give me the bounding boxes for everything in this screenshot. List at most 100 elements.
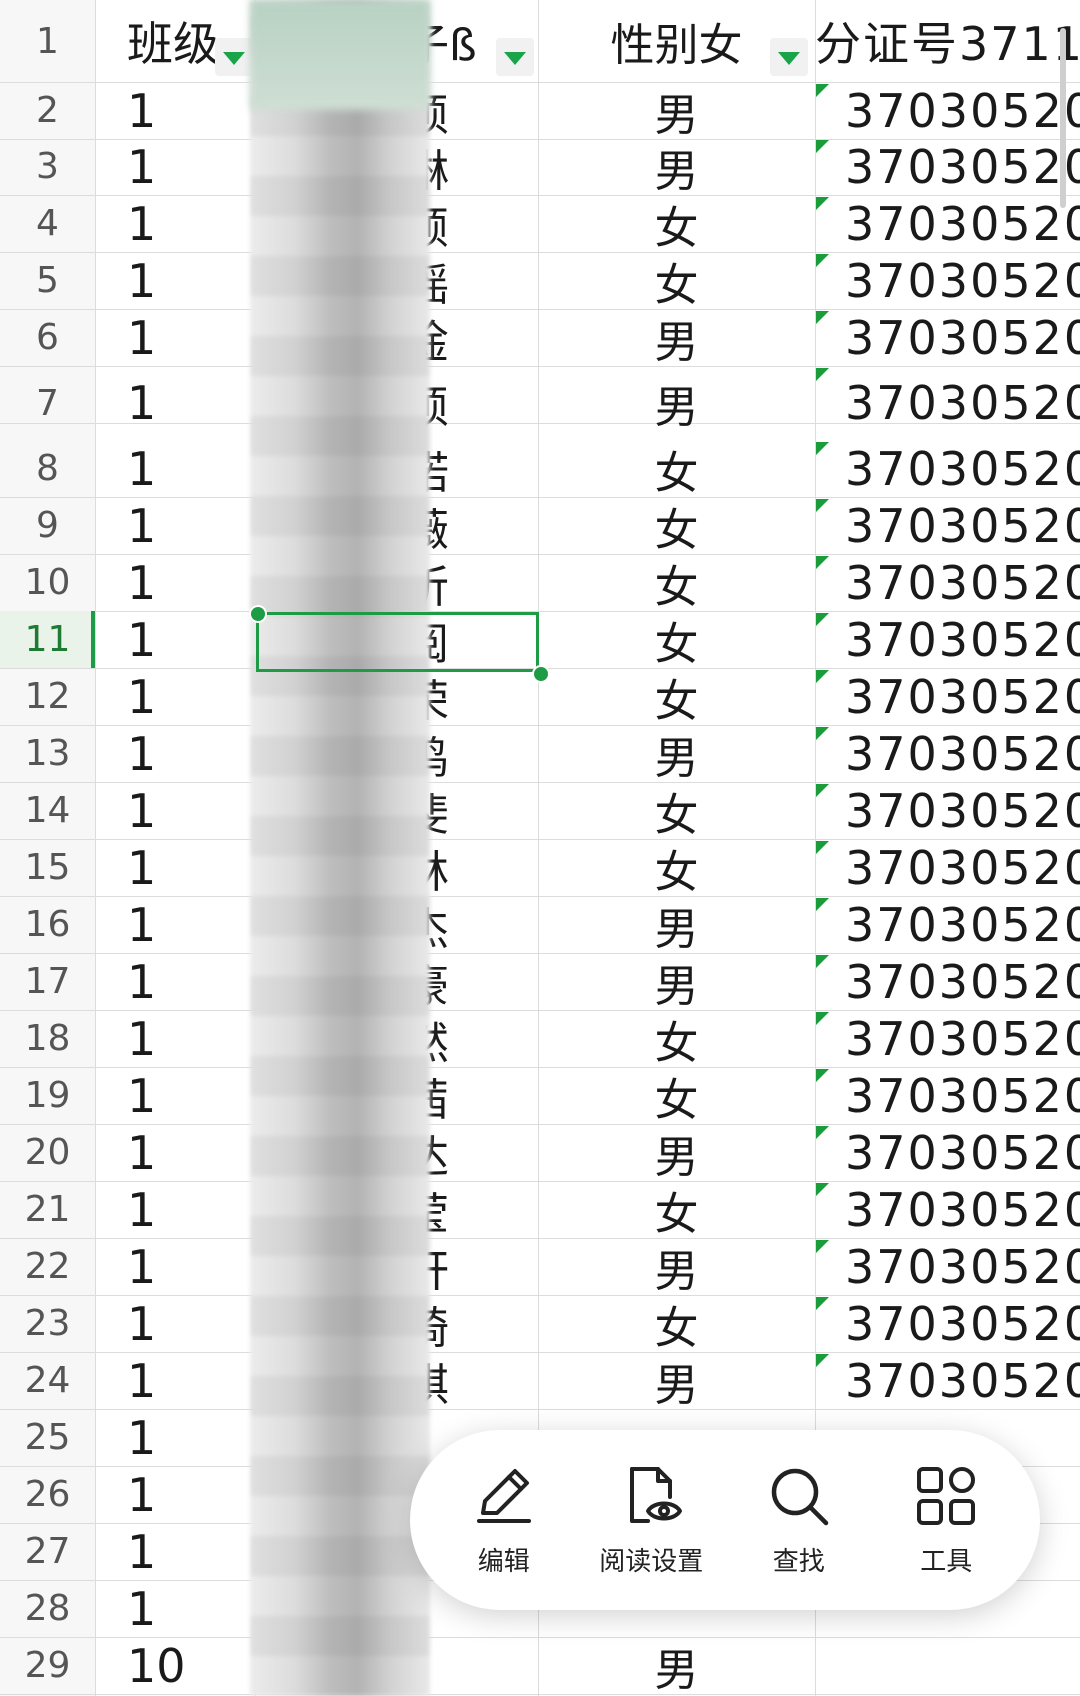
row-number[interactable]: 3 [0,138,95,195]
cell-gender[interactable]: 女 [538,611,815,669]
cell-gender[interactable]: 男 [538,1352,815,1410]
header-id-number[interactable]: 分证号37112 [815,0,1080,82]
selection-handle-bottom-right[interactable] [532,665,550,683]
row-number[interactable]: 12 [0,668,95,725]
cell-id-number[interactable] [815,1637,1080,1694]
cell-id-number[interactable]: 37030520 [815,1010,1080,1067]
row-number[interactable]: 22 [0,1238,95,1295]
cell-id-number[interactable]: 37030520 [815,782,1080,839]
selection-handle-top-left[interactable] [249,605,267,623]
cell-class[interactable]: 1 [95,1238,255,1295]
row-number-header[interactable]: 1 [0,0,95,82]
cell-gender[interactable]: 男 [538,725,815,783]
cell-gender[interactable]: 男 [538,1637,815,1695]
row-number[interactable]: 27 [0,1523,95,1580]
cell-gender[interactable]: 男 [538,896,815,954]
cell-class[interactable]: 1 [95,309,255,366]
row-number[interactable]: 10 [0,554,95,611]
row-number[interactable]: 7 [0,366,95,440]
row-number[interactable]: 26 [0,1466,95,1523]
cell-class[interactable]: 1 [95,1523,255,1580]
cell-class[interactable]: 1 [95,82,255,139]
cell-gender[interactable]: 男 [538,1238,815,1296]
cell-id-number[interactable]: 37030520 [815,366,1080,440]
cell-id-number[interactable]: 37030520 [815,1352,1080,1409]
cell-id-number[interactable]: 37030520 [815,1238,1080,1295]
cell-id-number[interactable]: 37030520 [815,440,1080,497]
cell-id-number[interactable]: 37030520 [815,725,1080,782]
cell-id-number[interactable]: 37030520 [815,611,1080,668]
row-number[interactable]: 29 [0,1637,95,1694]
cell-class[interactable]: 1 [95,782,255,839]
cell-gender[interactable]: 男 [538,953,815,1011]
cell-gender[interactable]: 男 [538,138,815,196]
cell-class[interactable]: 1 [95,497,255,554]
row-number[interactable]: 6 [0,309,95,366]
row-number[interactable]: 24 [0,1352,95,1409]
cell-gender[interactable]: 男 [538,366,815,440]
cell-id-number[interactable]: 37030520 [815,82,1080,139]
cell-id-number[interactable]: 37030520 [815,252,1080,309]
cell-id-number[interactable]: 37030520 [815,497,1080,554]
find-button[interactable]: 查找 [734,1463,864,1578]
row-number[interactable]: 17 [0,953,95,1010]
row-number[interactable]: 18 [0,1010,95,1067]
cell-gender[interactable]: 女 [538,497,815,555]
cell-class[interactable]: 1 [95,668,255,725]
cell-gender[interactable]: 女 [538,440,815,498]
row-number[interactable]: 28 [0,1580,95,1637]
cell-class[interactable]: 1 [95,1067,255,1124]
row-number[interactable]: 5 [0,252,95,309]
cell-gender[interactable]: 男 [538,1124,815,1182]
cell-class[interactable]: 1 [95,252,255,309]
cell-class[interactable]: 1 [95,1409,255,1466]
cell-class[interactable]: 1 [95,725,255,782]
cell-gender[interactable]: 女 [538,782,815,840]
row-number[interactable]: 9 [0,497,95,554]
cell-id-number[interactable]: 37030520 [815,896,1080,953]
row-number[interactable]: 20 [0,1124,95,1181]
cell-gender[interactable]: 女 [538,839,815,897]
read-settings-button[interactable]: 阅读设置 [586,1463,716,1578]
cell-id-number[interactable]: 37030520 [815,839,1080,896]
cell-id-number[interactable]: 37030520 [815,953,1080,1010]
cell-gender[interactable]: 女 [538,1067,815,1125]
row-number[interactable]: 14 [0,782,95,839]
cell-id-number[interactable]: 37030520 [815,1295,1080,1352]
row-number[interactable]: 4 [0,195,95,252]
selected-cell-range[interactable] [256,612,539,672]
cell-class[interactable]: 1 [95,953,255,1010]
cell-id-number[interactable]: 37030520 [815,309,1080,366]
cell-class[interactable]: 1 [95,839,255,896]
row-number[interactable]: 25 [0,1409,95,1466]
row-number[interactable]: 19 [0,1067,95,1124]
cell-class[interactable]: 1 [95,195,255,252]
cell-class[interactable]: 1 [95,1580,255,1637]
row-number[interactable]: 15 [0,839,95,896]
row-number[interactable]: 8 [0,440,95,497]
row-number[interactable]: 23 [0,1295,95,1352]
cell-class[interactable]: 10 [95,1637,255,1694]
row-number[interactable]: 21 [0,1181,95,1238]
edit-button[interactable]: 编辑 [439,1463,569,1578]
cell-class[interactable]: 1 [95,138,255,195]
tools-button[interactable]: 工具 [881,1463,1011,1578]
row-number[interactable]: 13 [0,725,95,782]
cell-gender[interactable]: 男 [538,309,815,367]
cell-class[interactable]: 1 [95,1466,255,1523]
cell-gender[interactable]: 女 [538,668,815,726]
cell-gender[interactable]: 女 [538,252,815,310]
cell-class[interactable]: 1 [95,554,255,611]
cell-gender[interactable]: 女 [538,1010,815,1068]
cell-class[interactable]: 1 [95,1352,255,1409]
cell-id-number[interactable]: 37030520 [815,195,1080,252]
cell-id-number[interactable]: 37030520 [815,1067,1080,1124]
cell-gender[interactable]: 女 [538,195,815,253]
cell-gender[interactable]: 女 [538,1181,815,1239]
row-number[interactable]: 16 [0,896,95,953]
cell-class[interactable]: 1 [95,611,255,668]
cell-class[interactable]: 1 [95,1295,255,1352]
cell-class[interactable]: 1 [95,1181,255,1238]
cell-id-number[interactable]: 37030520 [815,1124,1080,1181]
cell-id-number[interactable]: 37030520 [815,1181,1080,1238]
